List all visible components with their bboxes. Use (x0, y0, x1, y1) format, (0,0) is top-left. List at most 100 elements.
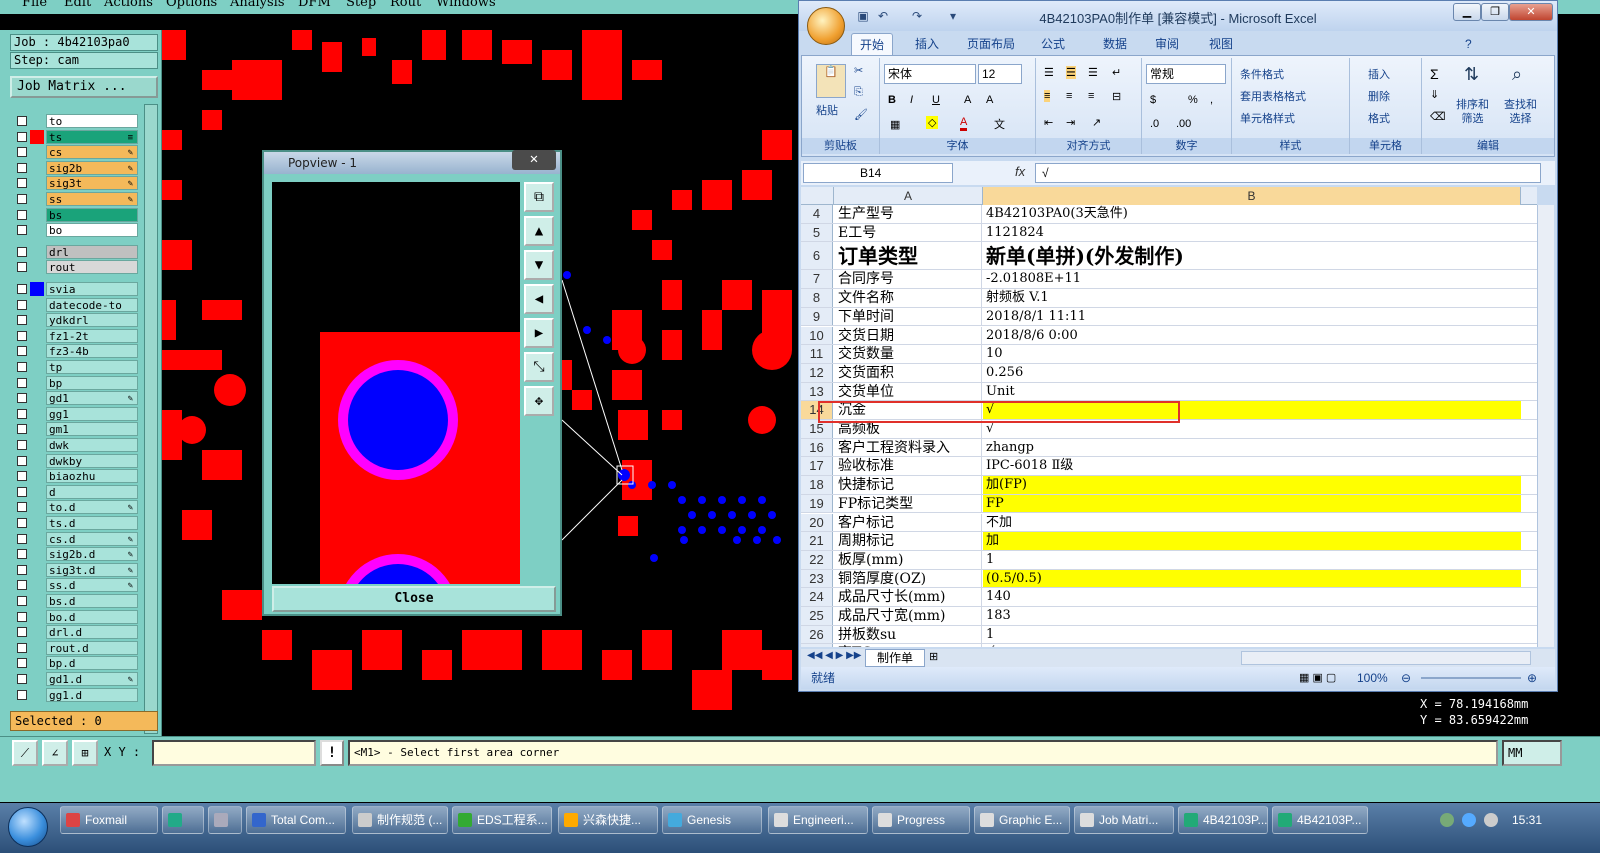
redo-icon[interactable]: ↷ (909, 8, 925, 24)
row-number[interactable]: 26 (801, 625, 833, 644)
network-icon[interactable] (1440, 813, 1454, 827)
layer-name[interactable]: fz3-4b (46, 344, 138, 359)
layer-row[interactable]: bp.d (10, 656, 141, 671)
layer-checkbox[interactable] (17, 486, 27, 497)
popview-view[interactable] (272, 182, 520, 584)
fill-color-icon[interactable]: ◇ (926, 116, 939, 129)
taskbar-item[interactable] (162, 806, 204, 834)
cell-b[interactable]: FP (983, 494, 1521, 513)
row-number[interactable]: 9 (801, 307, 833, 326)
layer-name[interactable]: bs.d (46, 594, 138, 608)
layer-row[interactable]: to.d ✎ (10, 500, 141, 515)
align-bottom-icon[interactable]: ☰ (1088, 66, 1098, 79)
layer-name[interactable]: gm1 (46, 422, 138, 437)
layer-checkbox[interactable] (17, 246, 27, 257)
insert-button[interactable]: 插入 (1368, 66, 1390, 82)
popview-close-icon[interactable]: ✕ (512, 150, 556, 170)
cell-b[interactable]: zhangp (983, 439, 1521, 457)
merge-icon[interactable]: ⊟ (1112, 90, 1121, 103)
layer-name[interactable]: ss ✎ (46, 192, 138, 206)
cell-b[interactable]: 2018/8/1 11:11 (983, 308, 1521, 326)
layer-row[interactable]: ydkdrl (10, 313, 141, 328)
layer-row[interactable]: rout.d (10, 640, 141, 655)
view-buttons-icon[interactable]: ▦ ▣ ▢ (1299, 667, 1336, 689)
layer-row[interactable]: dwkby (10, 453, 141, 468)
cell-a[interactable]: 交货面积 (834, 363, 982, 382)
taskbar-item[interactable]: EDS工程系... (452, 806, 552, 834)
cell-a[interactable]: 订单类型 (834, 242, 982, 270)
cell-b[interactable]: 183 (983, 607, 1521, 625)
layer-row[interactable]: sig3t ✎ (10, 176, 141, 191)
border-icon[interactable]: ▦ (890, 118, 900, 131)
cell-a[interactable]: 拼板数su (834, 625, 982, 644)
layer-checkbox[interactable] (17, 408, 27, 419)
taskbar-item[interactable]: 兴森快捷... (558, 806, 658, 834)
layer-name[interactable]: sig2b ✎ (46, 160, 138, 175)
menu-item-step[interactable]: Step (346, 0, 376, 10)
cell-a[interactable]: 高TG (834, 644, 982, 647)
layer-checkbox[interactable] (17, 440, 27, 450)
layer-name[interactable]: drl.d (46, 625, 138, 640)
undo-icon[interactable]: ↶ (875, 8, 891, 24)
orientation-icon[interactable]: ↗ (1092, 116, 1101, 129)
menu-item-windows[interactable]: Windows (436, 0, 496, 10)
layer-checkbox[interactable] (17, 346, 27, 357)
layer-name[interactable]: bp (46, 375, 138, 390)
shrink-font-icon[interactable]: A (986, 94, 993, 106)
row-number[interactable]: 10 (801, 326, 833, 345)
layer-checkbox[interactable] (17, 147, 27, 158)
select-all[interactable] (801, 187, 834, 205)
phonetic-icon[interactable]: 文 (994, 116, 1005, 132)
layer-name[interactable]: ts ≡ (46, 129, 138, 144)
layer-row[interactable]: ts.d (10, 516, 141, 530)
layer-name[interactable]: cs.d ✎ (46, 531, 138, 546)
align-right-icon[interactable]: ≡ (1088, 90, 1094, 102)
cell-b[interactable]: 1 (983, 551, 1521, 569)
row-number[interactable]: 13 (801, 382, 833, 401)
layer-checkbox[interactable] (17, 502, 27, 513)
layer-row[interactable]: gm1 (10, 422, 141, 437)
paste-label[interactable]: 粘贴 (816, 102, 838, 118)
layer-row[interactable]: dwk (10, 438, 141, 452)
cell-b[interactable]: 10 (983, 345, 1521, 363)
layer-name[interactable]: dwkby (46, 453, 138, 468)
fill-icon[interactable]: ⇓ (1430, 88, 1439, 101)
zoom-home-icon[interactable]: ⧉ (524, 182, 554, 212)
row-number[interactable]: 12 (801, 363, 833, 382)
cell-b[interactable]: 4B42103PA0(3天急件) (983, 205, 1521, 223)
layer-checkbox[interactable] (17, 424, 27, 435)
cell-a[interactable]: 下单时间 (834, 307, 982, 326)
menu-item-actions[interactable]: Actions (104, 0, 153, 10)
cell-a[interactable]: 快捷标记 (834, 476, 982, 494)
help-icon[interactable]: ? (1465, 37, 1472, 51)
layer-checkbox[interactable] (17, 377, 27, 388)
cell-a[interactable]: 文件名称 (834, 289, 982, 307)
pan-right-icon[interactable]: ▶ (524, 318, 554, 348)
table-format-button[interactable]: 套用表格格式 (1240, 88, 1306, 104)
cell-a[interactable]: FP标记类型 (834, 494, 982, 513)
layer-checkbox[interactable] (17, 518, 27, 528)
layer-row[interactable]: fz1-2t (10, 328, 141, 343)
pan-down-icon[interactable]: ▼ (524, 250, 554, 280)
layer-checkbox[interactable] (17, 564, 27, 575)
format-painter-icon[interactable]: 🖌 (854, 108, 868, 121)
layer-row[interactable]: gd1 ✎ (10, 391, 141, 406)
layer-checkbox[interactable] (17, 642, 27, 653)
comma-icon[interactable]: , (1210, 94, 1213, 106)
align-left-icon[interactable]: ≡ (1044, 90, 1051, 102)
cell-b[interactable]: √ (983, 644, 1521, 647)
layer-checkbox[interactable] (17, 116, 27, 126)
cell-a[interactable]: 合同序号 (834, 270, 982, 289)
layer-checkbox[interactable] (17, 262, 27, 273)
layer-checkbox[interactable] (17, 627, 27, 638)
cell-b[interactable]: 加 (983, 532, 1521, 550)
paste-icon[interactable]: 📋 (816, 64, 846, 98)
decrease-indent-icon[interactable]: ⇤ (1044, 116, 1053, 129)
layer-name[interactable]: gd1.d ✎ (46, 672, 138, 686)
clear-icon[interactable]: ⌫ (1430, 110, 1446, 123)
cell-b[interactable]: (0.5/0.5) (983, 569, 1521, 588)
autosum-icon[interactable]: Σ (1430, 66, 1439, 82)
layer-name[interactable]: rout.d (46, 640, 138, 655)
ribbon-tab[interactable]: 页面布局 (959, 33, 1023, 55)
layer-name[interactable]: d (46, 484, 138, 499)
